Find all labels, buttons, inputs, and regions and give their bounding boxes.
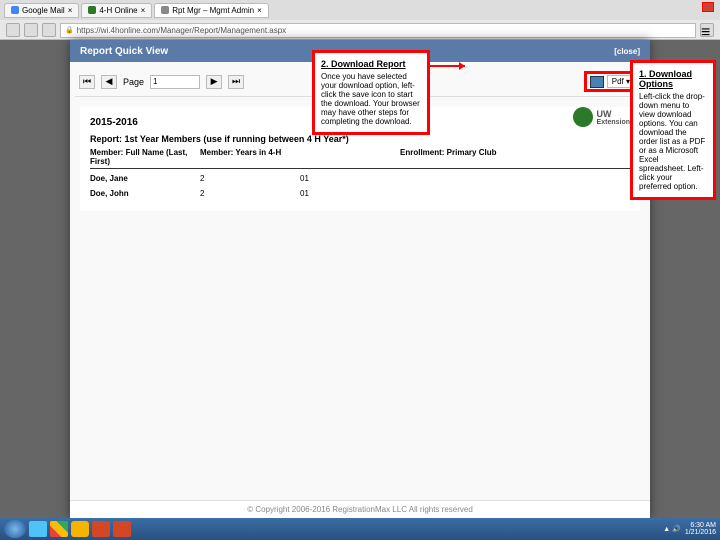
url-row: 🔒https://wi.4honline.com/Manager/Report/… (0, 20, 720, 40)
logos: UWExtension (573, 107, 630, 127)
close-button[interactable]: [close] (614, 47, 640, 56)
modal-title: Report Quick View (80, 46, 168, 57)
tab-report[interactable]: Rpt Mgr – Mgmt Admin× (154, 3, 268, 18)
tabs-row: Google Mail× 4-H Online× Rpt Mgr – Mgmt … (0, 0, 720, 20)
report-title: Report: 1st Year Members (use if running… (90, 134, 630, 144)
page-input[interactable] (150, 75, 200, 89)
system-tray[interactable]: ▲ 🔊 6:30 AM1/21/2016 (663, 522, 716, 536)
start-button[interactable] (4, 520, 26, 538)
ie-icon[interactable] (29, 521, 47, 537)
page-label: Page (123, 77, 144, 87)
powerpoint-icon[interactable] (113, 521, 131, 537)
callout-download-report: 2. Download Report Once you have selecte… (312, 50, 430, 135)
lock-icon: 🔒 (65, 26, 74, 34)
clover-icon (573, 107, 593, 127)
tab-gmail[interactable]: Google Mail× (4, 3, 79, 18)
table-header: Member: Full Name (Last, First) Member: … (90, 148, 630, 169)
tab-4h[interactable]: 4-H Online× (81, 3, 152, 18)
window-close-icon[interactable] (702, 2, 714, 12)
save-icon[interactable] (590, 76, 604, 88)
prev-page-button[interactable]: ◀ (101, 75, 117, 89)
table-row: Doe, John201 (90, 186, 630, 201)
first-page-button[interactable]: ⏮ (79, 75, 95, 89)
next-page-button[interactable]: ▶ (206, 75, 222, 89)
back-button[interactable] (6, 23, 20, 37)
menu-button[interactable]: ≡ (700, 23, 714, 37)
url-bar[interactable]: 🔒https://wi.4honline.com/Manager/Report/… (60, 23, 696, 38)
forward-button[interactable] (24, 23, 38, 37)
arrow-icon (430, 65, 465, 67)
office-icon[interactable] (92, 521, 110, 537)
footer: © Copyright 2006-2016 RegistrationMax LL… (70, 500, 650, 518)
extension-logo: UWExtension (597, 109, 630, 126)
taskbar: ▲ 🔊 6:30 AM1/21/2016 (0, 518, 720, 540)
table-row: Doe, Jane201 (90, 171, 630, 186)
reload-button[interactable] (42, 23, 56, 37)
callout-download-options: 1. Download Options Left-click the drop-… (630, 60, 716, 200)
browser-chrome: Google Mail× 4-H Online× Rpt Mgr – Mgmt … (0, 0, 720, 40)
chrome-icon[interactable] (50, 521, 68, 537)
last-page-button[interactable]: ⏭ (228, 75, 244, 89)
folder-icon[interactable] (71, 521, 89, 537)
